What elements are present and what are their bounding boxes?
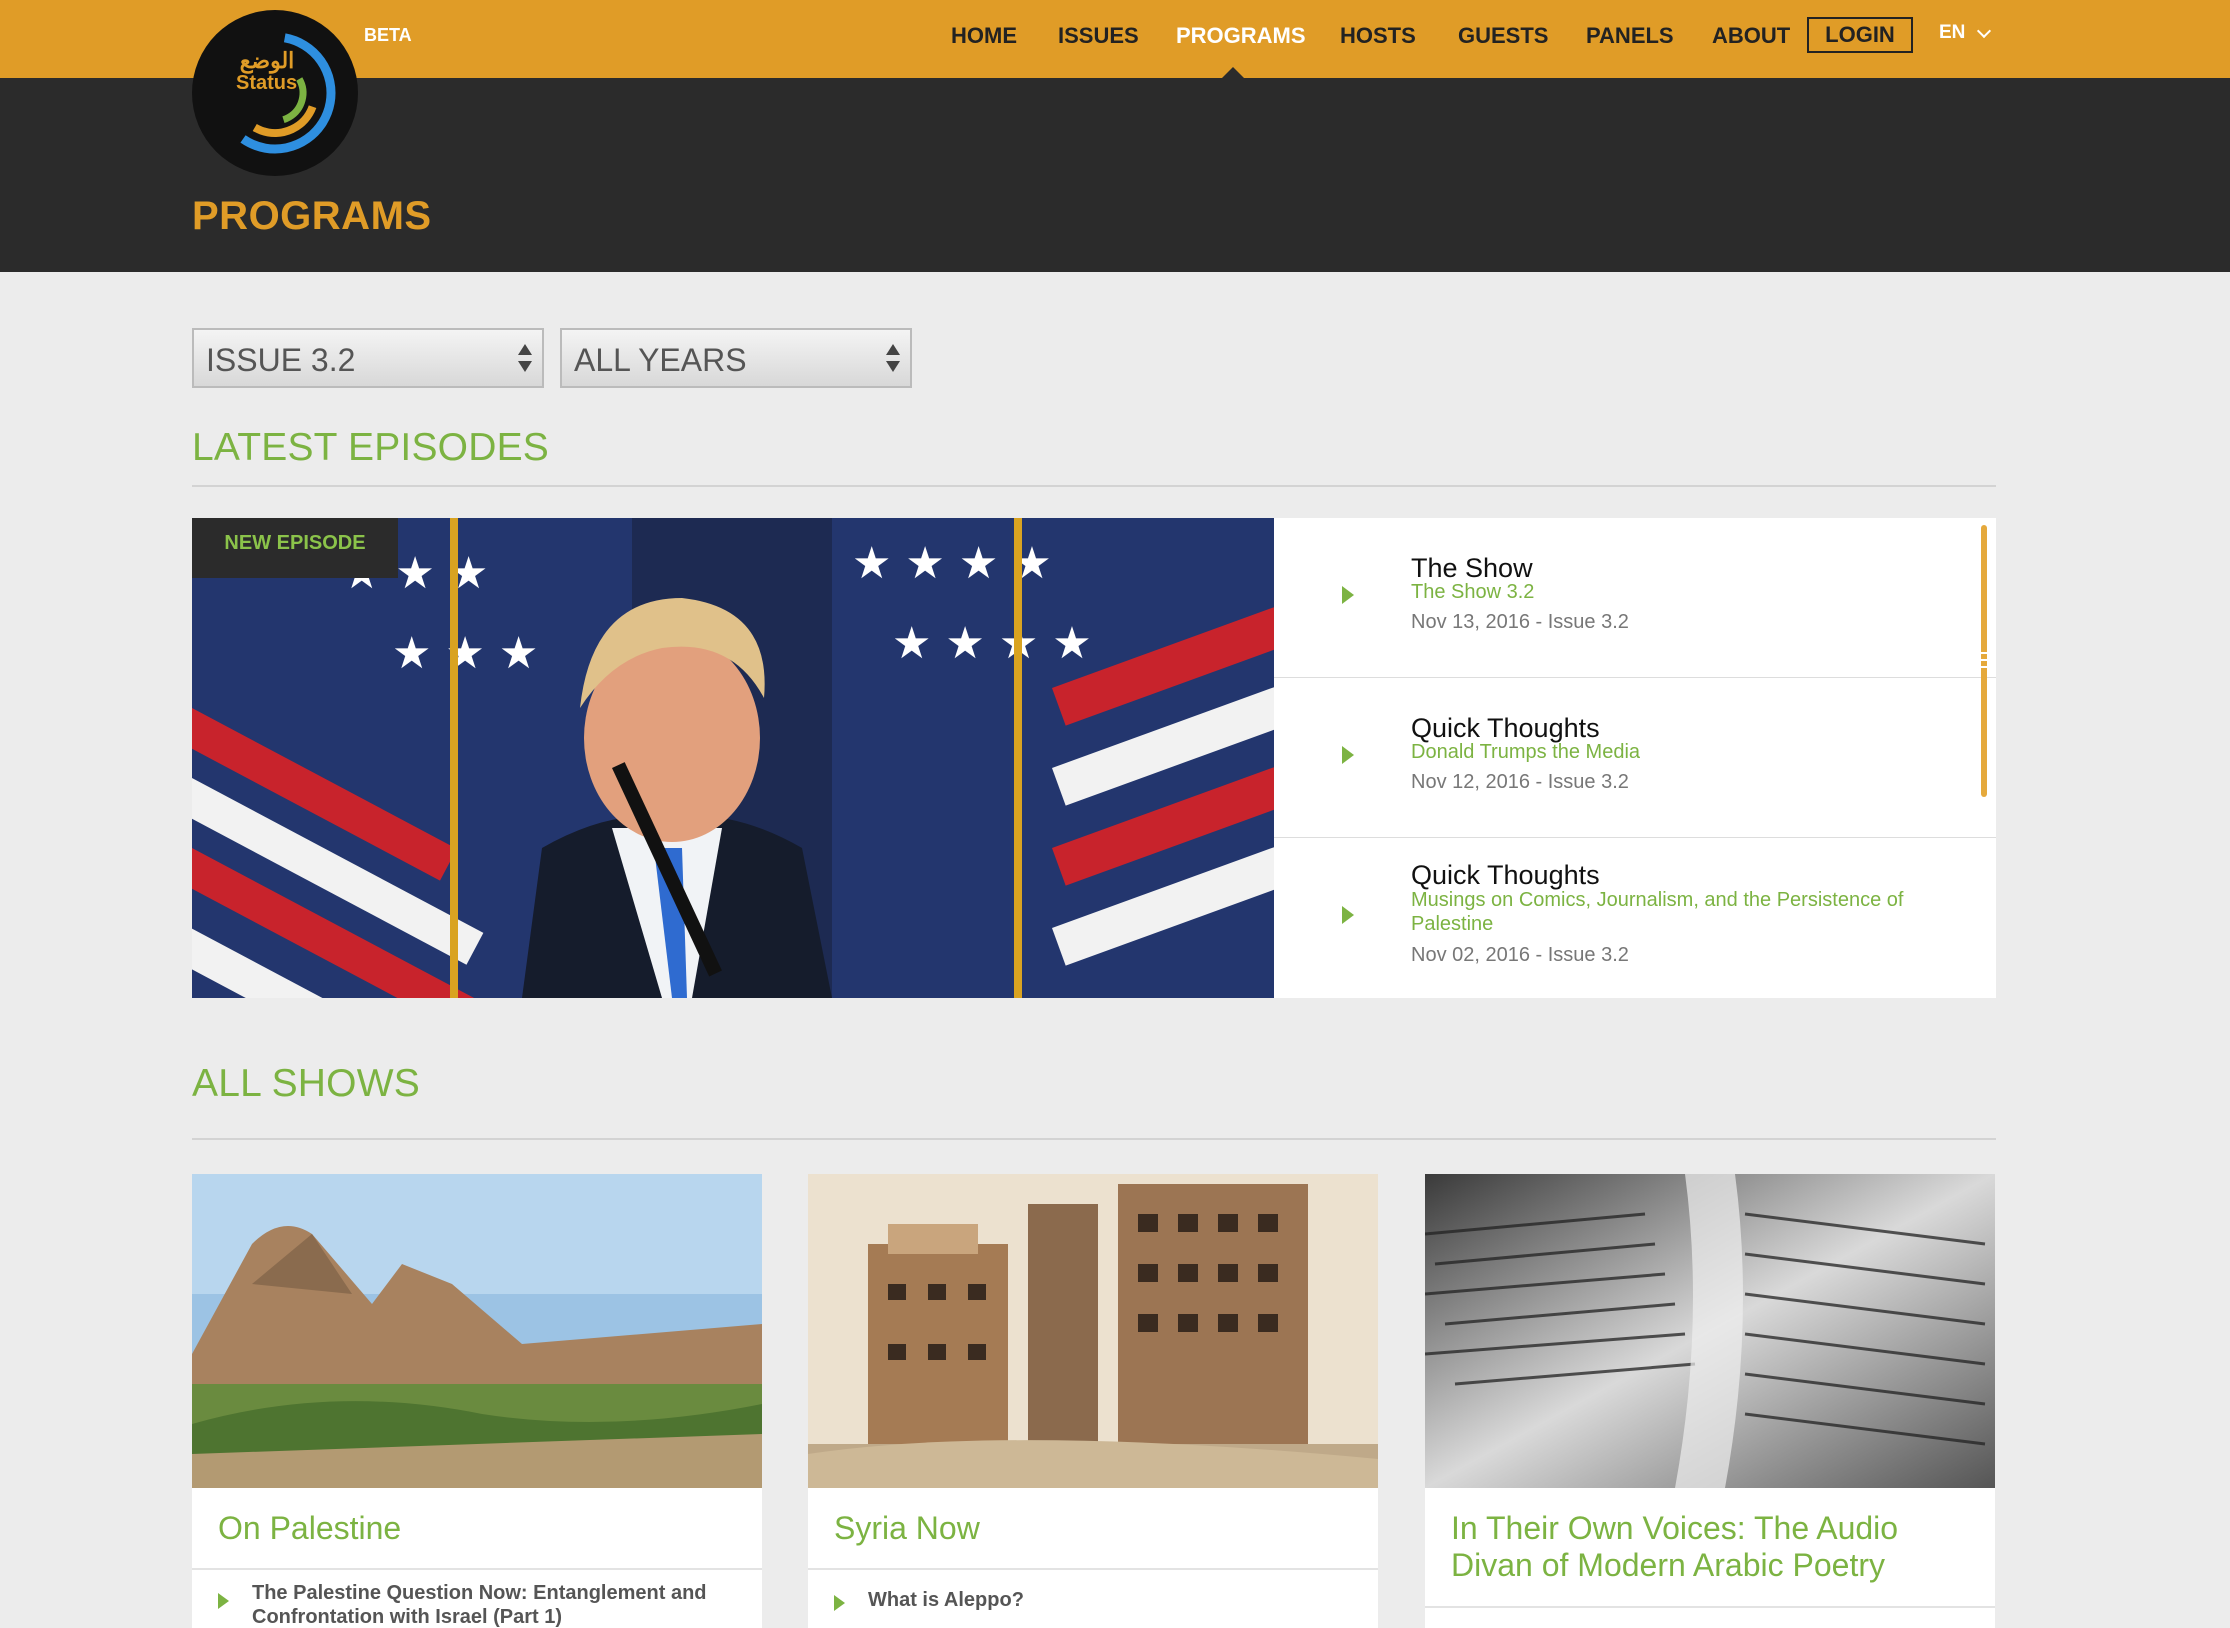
select-arrows-icon	[518, 344, 532, 374]
episode-subtitle[interactable]: Donald Trumps the Media	[1411, 740, 1951, 764]
year-select[interactable]: ALL YEARS	[560, 328, 912, 388]
login-button[interactable]: LOGIN	[1807, 17, 1913, 53]
list-item[interactable]: Quick Thoughts Musings on Comics, Journa…	[1274, 838, 1996, 997]
nav-panels[interactable]: PANELS	[1586, 23, 1674, 49]
show-title[interactable]: Syria Now	[834, 1510, 1354, 1547]
nav-hosts[interactable]: HOSTS	[1340, 23, 1416, 49]
list-item[interactable]: Quick Thoughts Donald Trumps the Media N…	[1274, 678, 1996, 838]
show-title[interactable]: On Palestine	[218, 1510, 738, 1547]
active-nav-indicator	[1222, 67, 1244, 78]
beta-label: BETA	[364, 25, 412, 45]
nav-home[interactable]: HOME	[951, 23, 1017, 49]
nav-issues[interactable]: ISSUES	[1058, 23, 1139, 49]
show-divider	[808, 1568, 1378, 1570]
show-title[interactable]: In Their Own Voices: The Audio Divan of …	[1451, 1510, 1971, 1584]
section-divider	[192, 485, 1996, 487]
logo-text: Status	[236, 72, 298, 94]
play-icon[interactable]	[1342, 746, 1354, 764]
show-card[interactable]: Syria Now What is Aleppo?	[808, 1174, 1378, 1628]
new-episode-badge: NEW EPISODE	[192, 518, 398, 578]
featured-episode-image[interactable]: ★ ★ ★ ★ ★ ★ ★ ★ ★ ★ ★ ★ ★ ★	[192, 518, 1274, 998]
status-logo[interactable]: الوضع Status	[192, 10, 358, 176]
featured-photo: ★ ★ ★ ★ ★ ★ ★ ★ ★ ★ ★ ★ ★ ★	[192, 518, 1274, 998]
show-image[interactable]	[1425, 1174, 1995, 1488]
select-arrows-icon	[886, 344, 900, 374]
show-image[interactable]	[808, 1174, 1378, 1488]
scrollbar-grip	[1981, 666, 1987, 668]
show-episode-link[interactable]: The Palestine Question Now: Entanglement…	[252, 1581, 732, 1628]
nav-guests[interactable]: GUESTS	[1458, 23, 1548, 49]
issue-select-value: ISSUE 3.2	[206, 342, 356, 378]
show-episode-link[interactable]: What is Aleppo?	[868, 1588, 1348, 1612]
scrollbar-grip	[1981, 652, 1987, 654]
episodes-scrollbar[interactable]	[1981, 525, 1987, 797]
list-item[interactable]: The Show The Show 3.2 Nov 13, 2016 - Iss…	[1274, 518, 1996, 678]
show-divider	[192, 1568, 762, 1570]
year-select-value: ALL YEARS	[574, 342, 747, 378]
latest-episodes-heading: LATEST EPISODES	[192, 426, 550, 469]
latest-episodes-list: The Show The Show 3.2 Nov 13, 2016 - Iss…	[1274, 518, 1996, 998]
scrollbar-grip	[1981, 659, 1987, 661]
play-icon[interactable]	[1342, 586, 1354, 604]
episode-date: Nov 02, 2016 - Issue 3.2	[1411, 944, 1629, 966]
issue-select[interactable]: ISSUE 3.2	[192, 328, 544, 388]
svg-text:★ ★ ★: ★ ★ ★	[392, 628, 538, 679]
logo-arabic-text: الوضع	[239, 48, 295, 73]
play-icon[interactable]	[1342, 906, 1354, 924]
svg-text:★ ★ ★ ★: ★ ★ ★ ★	[892, 618, 1092, 669]
episode-date: Nov 13, 2016 - Issue 3.2	[1411, 611, 1629, 633]
episode-date: Nov 12, 2016 - Issue 3.2	[1411, 771, 1629, 793]
section-divider	[192, 1138, 1996, 1140]
show-card[interactable]: In Their Own Voices: The Audio Divan of …	[1425, 1174, 1995, 1628]
play-icon[interactable]	[834, 1595, 845, 1611]
all-shows-heading: ALL SHOWS	[192, 1062, 420, 1105]
nav-about[interactable]: ABOUT	[1712, 23, 1790, 49]
show-card[interactable]: On Palestine The Palestine Question Now:…	[192, 1174, 762, 1628]
nav-programs[interactable]: PROGRAMS	[1176, 23, 1306, 49]
episode-subtitle[interactable]: Musings on Comics, Journalism, and the P…	[1411, 888, 1951, 936]
show-image[interactable]	[192, 1174, 762, 1488]
play-icon[interactable]	[218, 1593, 229, 1609]
show-divider	[1425, 1606, 1995, 1608]
language-selector[interactable]: EN	[1939, 22, 1965, 44]
episode-subtitle[interactable]: The Show 3.2	[1411, 580, 1951, 604]
episode-title: Quick Thoughts	[1411, 860, 1600, 890]
page-title: PROGRAMS	[192, 194, 432, 238]
